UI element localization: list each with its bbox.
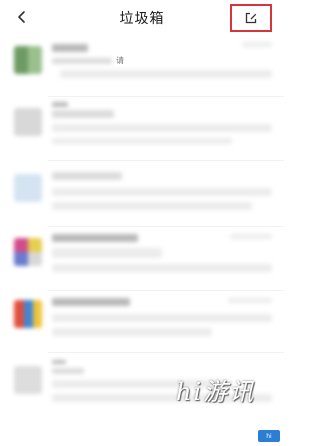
avatar [14,46,42,74]
list-item[interactable] [0,100,284,162]
list-item-snippet: 请 [116,56,124,65]
avatar [14,366,42,394]
corner-logo: hi [258,430,280,442]
watermark-text: hi游讯 [176,378,256,406]
top-bar: 垃圾箱 [0,0,284,34]
list-item[interactable] [0,230,284,292]
avatar [14,174,42,202]
avatar [14,238,42,266]
list-item[interactable] [0,292,284,354]
app-window: 垃圾箱 请 hi游讯 hi [0,0,284,446]
avatar [14,300,42,328]
edit-button[interactable] [230,4,272,32]
list-item[interactable]: 请 [0,38,284,100]
edit-icon [245,12,257,24]
avatar [14,108,42,136]
list-item[interactable] [0,166,284,228]
